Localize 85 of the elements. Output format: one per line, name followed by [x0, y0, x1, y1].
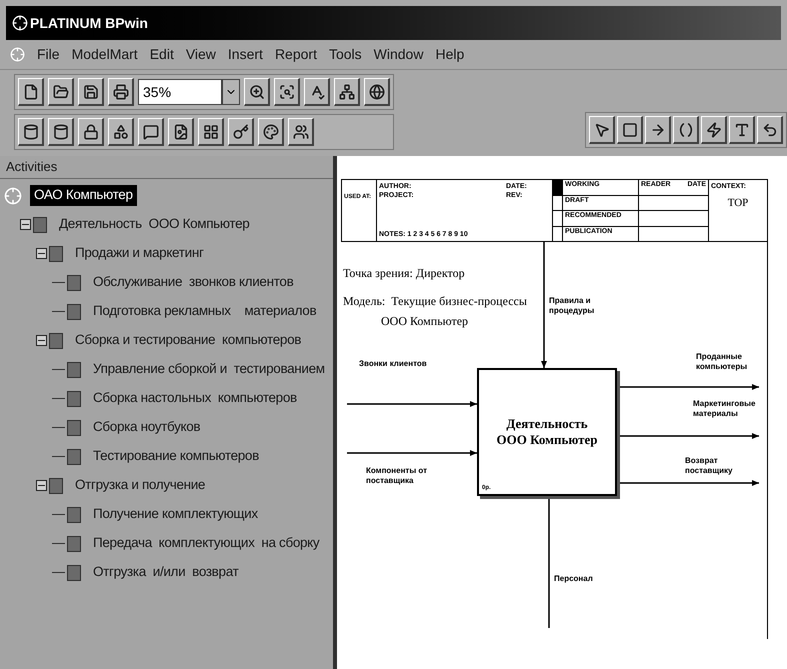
menu-item[interactable]: View [186, 44, 216, 65]
collapse-icon[interactable] [20, 219, 31, 230]
grid-icon[interactable] [198, 118, 224, 146]
tree-item[interactable]: Управление сборкой и тестированием [89, 359, 329, 380]
activity-icon [33, 216, 47, 232]
arrow-right-icon[interactable] [645, 116, 671, 144]
cylinder-icon[interactable] [48, 118, 74, 146]
activity-icon [49, 332, 63, 348]
activity-icon [67, 506, 81, 522]
menu-item[interactable]: Window [374, 44, 424, 65]
tree-item[interactable]: Подготовка рекламных материалов [89, 301, 320, 322]
tree-item[interactable]: ОАО Компьютер [30, 185, 137, 206]
model-text: Модель: Текущие бизнес-процессы [343, 293, 527, 310]
panel-title: Activities [5, 158, 58, 176]
arrow-label: Персонал [554, 574, 594, 584]
square-icon[interactable] [617, 116, 643, 144]
activity-icon [67, 420, 81, 436]
activity-icon [67, 304, 81, 320]
arrow-label: Правила и процедуры [549, 296, 596, 316]
tree-item[interactable]: Получение комплектующих [89, 504, 262, 525]
new-file-icon[interactable] [18, 78, 44, 106]
arrow-label: Маркетинговые материалы [693, 399, 756, 419]
activity-icon [49, 478, 63, 494]
tree-item[interactable]: Тестирование компьютеров [89, 446, 263, 467]
menu-item[interactable]: Help [435, 44, 464, 65]
lightning-icon[interactable] [701, 116, 727, 144]
node-label: TOP [728, 196, 748, 211]
tree-item[interactable]: Отгрузка и/или возврат [89, 562, 242, 583]
save-icon[interactable] [78, 78, 104, 106]
activity-icon [67, 390, 81, 406]
speech-bubble-icon[interactable] [138, 118, 164, 146]
menu-item[interactable]: ModelMart [72, 44, 138, 65]
menu-item[interactable]: Report [274, 44, 317, 65]
lock-icon[interactable] [78, 118, 104, 146]
parentheses-icon[interactable] [673, 116, 699, 144]
open-folder-icon[interactable] [48, 78, 74, 106]
collapse-icon[interactable] [36, 248, 47, 259]
tree-item[interactable]: Сборка настольных компьютеров [89, 388, 301, 409]
undo-icon[interactable] [757, 116, 783, 144]
arrow-label: Возврат поставщику [685, 456, 734, 476]
palette-icon[interactable] [258, 118, 284, 146]
zoom-fit-icon[interactable] [274, 78, 300, 106]
tree-item[interactable]: Деятельность ООО Компьютер [55, 214, 254, 235]
menu-item[interactable]: Edit [150, 44, 174, 65]
model-text: ООО Компьютер [381, 313, 468, 330]
cylinder-icon[interactable] [18, 118, 44, 146]
app-icon [12, 15, 28, 31]
activity-icon [67, 274, 81, 290]
tree-item[interactable]: Продажи и маркетинг [71, 243, 208, 264]
shapes-icon[interactable] [108, 118, 134, 146]
tree-item[interactable]: Сборка и тестирование компьютеров [71, 330, 306, 351]
menu-item[interactable]: Tools [328, 44, 362, 65]
printer-icon[interactable] [108, 78, 134, 106]
users-icon[interactable] [288, 118, 314, 146]
zoom-in-icon[interactable] [244, 78, 270, 106]
activity-icon [67, 362, 81, 378]
activity-icon [49, 246, 63, 262]
image-file-icon[interactable] [168, 118, 194, 146]
activity-icon [67, 448, 81, 464]
tree-view-icon[interactable] [334, 78, 360, 106]
arrow-label: Компоненты от поставщика [366, 466, 428, 486]
collapse-icon[interactable] [36, 480, 47, 491]
spell-check-icon[interactable] [304, 78, 330, 106]
app-icon [10, 47, 25, 62]
activity-title: Деятельность ООО Компьютер [496, 416, 598, 448]
collapse-icon[interactable] [36, 335, 47, 346]
arrow-label: Звонки клиентов [359, 359, 428, 369]
globe-icon[interactable] [364, 78, 390, 106]
pointer-icon[interactable] [589, 116, 615, 144]
activity-icon [67, 564, 81, 580]
window-title: PLATINUM BPwin [30, 14, 148, 32]
activity-icon [67, 536, 81, 552]
viewpoint-text: Точка зрения: Директор [343, 265, 465, 282]
menu-item[interactable]: Insert [228, 44, 263, 65]
text-tool-icon[interactable] [729, 116, 755, 144]
tree-item[interactable]: Передача комплектующих на сборку [89, 533, 324, 554]
key-icon[interactable] [228, 118, 254, 146]
tree-item[interactable]: Обслуживание звонков клиентов [89, 272, 298, 293]
model-icon [4, 186, 22, 204]
menu-item[interactable]: File [37, 44, 60, 65]
dropdown-button[interactable] [222, 79, 240, 105]
arrow-label: Проданные компьютеры [696, 352, 748, 372]
zoom-field[interactable]: 35% [138, 79, 222, 105]
tree-item[interactable]: Отгрузка и получение [71, 475, 210, 496]
tree-item[interactable]: Сборка ноутбуков [89, 417, 204, 438]
